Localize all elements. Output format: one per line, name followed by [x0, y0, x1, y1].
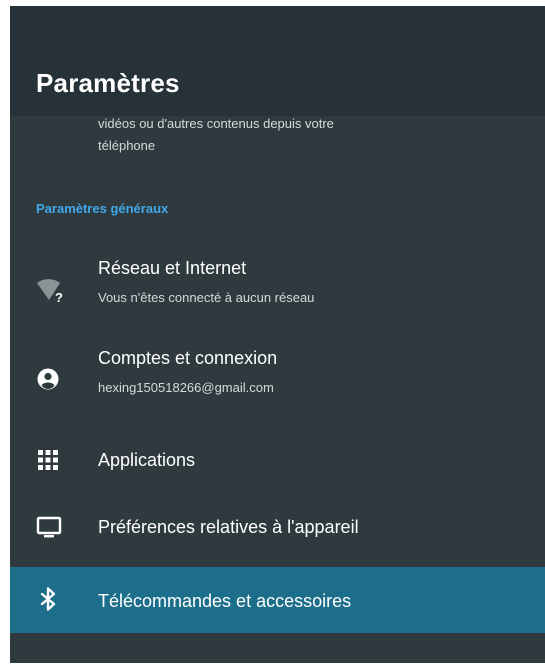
settings-panel: Paramètres vidéos ou d'autres contenus d…	[10, 6, 545, 663]
settings-item-network-title: Réseau et Internet	[98, 258, 247, 278]
settings-item-device-preferences-title: Préférences relatives à l'appareil	[98, 517, 359, 537]
partial-list-item-description: vidéos ou d'autres contenus depuis votre…	[98, 116, 498, 164]
wifi-question-icon: ?	[36, 276, 64, 305]
partial-description-line-1: vidéos ou d'autres contenus depuis votre	[98, 116, 334, 131]
settings-item-accounts[interactable]: Comptes et connexion hexing150518266@gma…	[10, 338, 545, 418]
settings-item-remotes-accessories[interactable]: Télécommandes et accessoires	[10, 567, 545, 633]
section-header-general-settings: Paramètres généraux	[36, 201, 169, 216]
tv-icon	[36, 514, 64, 542]
account-icon	[36, 367, 64, 395]
settings-item-applications[interactable]: Applications	[10, 436, 545, 486]
settings-item-accounts-title: Comptes et connexion	[98, 348, 278, 368]
svg-text:?: ?	[55, 290, 63, 304]
settings-header: Paramètres	[10, 6, 545, 116]
apps-grid-icon	[36, 448, 64, 476]
settings-item-network[interactable]: ? Réseau et Internet Vous n'êtes connect…	[10, 248, 545, 328]
settings-item-accounts-subtitle: hexing150518266@gmail.com	[98, 380, 274, 395]
partial-description-line-2: téléphone	[98, 138, 156, 153]
page-title: Paramètres	[36, 68, 180, 98]
settings-item-remotes-accessories-title: Télécommandes et accessoires	[98, 591, 352, 611]
settings-item-network-subtitle: Vous n'êtes connecté à aucun réseau	[98, 290, 315, 305]
bluetooth-icon	[36, 586, 64, 614]
settings-item-device-preferences[interactable]: Préférences relatives à l'appareil	[10, 501, 545, 557]
settings-item-applications-title: Applications	[98, 450, 196, 470]
settings-list[interactable]: vidéos ou d'autres contenus depuis votre…	[10, 116, 545, 663]
